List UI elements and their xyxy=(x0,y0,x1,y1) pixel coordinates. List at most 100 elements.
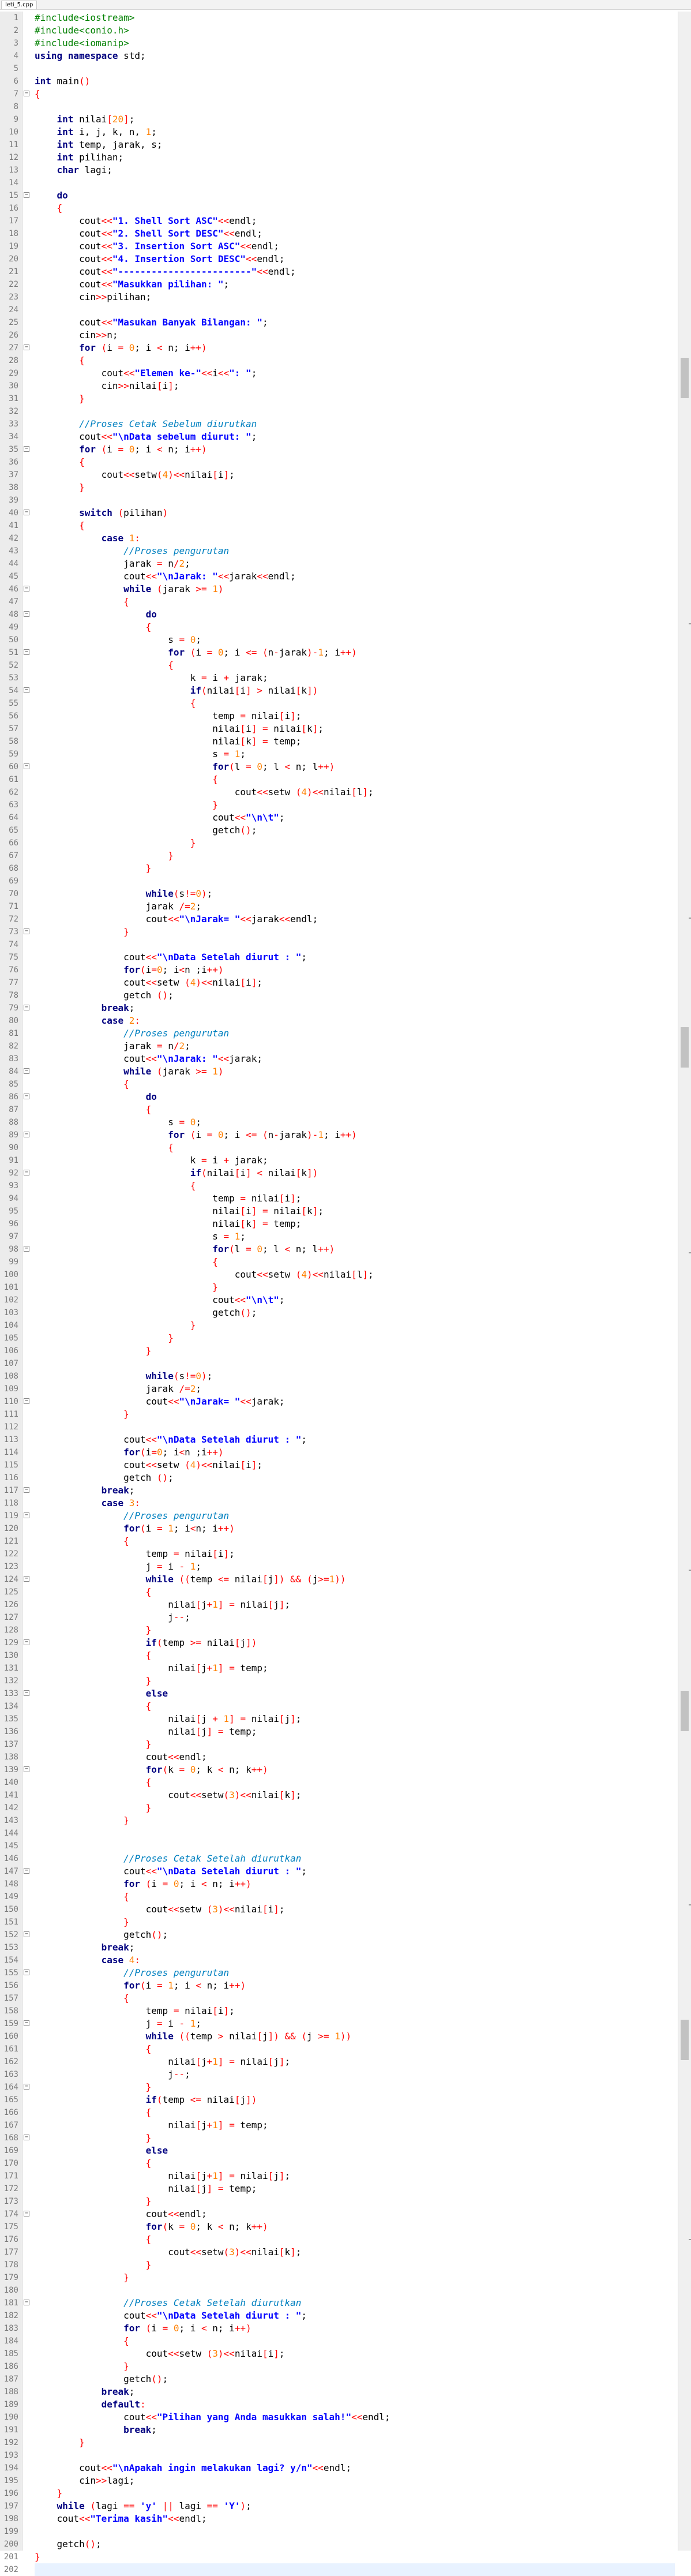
code-line[interactable]: 89− for (i = 0; i <= (n-jarak)-1; i++) xyxy=(0,1129,677,1141)
code-line[interactable]: 102 cout<<"\n\t"; xyxy=(0,1294,677,1306)
code-line[interactable]: 157 { xyxy=(0,1992,677,2005)
fold-toggle-icon[interactable]: − xyxy=(24,1005,29,1010)
code-line[interactable]: 103 getch(); xyxy=(0,1306,677,1319)
fold-toggle-icon[interactable]: − xyxy=(24,1931,29,1937)
code-line[interactable]: 49 { xyxy=(0,621,677,634)
code-line[interactable]: 56 temp = nilai[i]; xyxy=(0,710,677,722)
code-line[interactable]: 123 j = i - 1; xyxy=(0,1560,677,1573)
code-line[interactable]: 155− //Proses pengurutan xyxy=(0,1967,677,1979)
code-line[interactable]: 145 xyxy=(0,1840,677,1852)
code-line[interactable]: 173 } xyxy=(0,2195,677,2208)
code-line[interactable]: 153 break; xyxy=(0,1941,677,1954)
code-line[interactable]: 63 } xyxy=(0,799,677,811)
code-line[interactable]: 156 for(i = 1; i < n; i++) xyxy=(0,1979,677,1992)
code-line[interactable]: 194 cout<<"\nApakah ingin melakukan lagi… xyxy=(0,2462,677,2474)
code-line[interactable]: 177 cout<<setw(3)<<nilai[k]; xyxy=(0,2246,677,2259)
code-line[interactable]: 134 { xyxy=(0,1700,677,1713)
scrollbar-thumb[interactable] xyxy=(681,2020,689,2060)
code-line[interactable]: 65 getch(); xyxy=(0,824,677,837)
code-line[interactable]: 113 cout<<"\nData Setelah diurut : "; xyxy=(0,1433,677,1446)
code-line[interactable]: 6 int main() xyxy=(0,75,677,88)
code-line[interactable]: 132 } xyxy=(0,1675,677,1687)
code-line[interactable]: 126 nilai[j+1] = nilai[j]; xyxy=(0,1598,677,1611)
code-line[interactable]: 85 { xyxy=(0,1078,677,1091)
fold-toggle-icon[interactable]: − xyxy=(24,1868,29,1874)
code-line[interactable]: 70 while(s!=0); xyxy=(0,888,677,900)
code-line[interactable]: 72 cout<<"\nJarak= "<<jarak<<endl; xyxy=(0,913,677,926)
code-line[interactable]: 83 cout<<"\nJarak: "<<jarak; xyxy=(0,1053,677,1065)
code-line[interactable]: 106 } xyxy=(0,1345,677,1357)
code-line[interactable]: 68 } xyxy=(0,862,677,875)
code-line[interactable]: 158 temp = nilai[i]; xyxy=(0,2005,677,2017)
code-line[interactable]: 73− } xyxy=(0,926,677,938)
fold-toggle-icon[interactable]: − xyxy=(24,1576,29,1582)
code-line[interactable]: 139− for(k = 0; k < n; k++) xyxy=(0,1763,677,1776)
code-line[interactable]: 136 nilai[j] = temp; xyxy=(0,1725,677,1738)
code-line[interactable]: 84− while (jarak >= 1) xyxy=(0,1065,677,1078)
fold-toggle-icon[interactable]: − xyxy=(24,1132,29,1137)
code-line[interactable]: 181− //Proses Cetak Setelah diurutkan xyxy=(0,2297,677,2309)
fold-toggle-icon[interactable]: − xyxy=(24,510,29,515)
code-line[interactable]: 111 } xyxy=(0,1408,677,1421)
code-line[interactable]: 10 int i, j, k, n, 1; xyxy=(0,126,677,138)
code-line[interactable]: 125 { xyxy=(0,1586,677,1598)
code-line[interactable]: 67 } xyxy=(0,849,677,862)
code-line[interactable]: 150 cout<<setw (3)<<nilai[i]; xyxy=(0,1903,677,1916)
code-line[interactable]: 48− do xyxy=(0,608,677,621)
code-line[interactable]: 105 } xyxy=(0,1332,677,1345)
code-line[interactable]: 28 { xyxy=(0,354,677,367)
code-line[interactable]: 137 } xyxy=(0,1738,677,1751)
code-line[interactable]: 59 s = 1; xyxy=(0,748,677,761)
code-line[interactable]: 44 jarak = n/2; xyxy=(0,557,677,570)
code-line[interactable]: 133− else xyxy=(0,1687,677,1700)
file-tab[interactable]: leti_5.cpp xyxy=(1,1,37,9)
fold-toggle-icon[interactable]: − xyxy=(24,1398,29,1404)
code-line[interactable]: 144 xyxy=(0,1827,677,1840)
code-line[interactable]: 16 { xyxy=(0,202,677,215)
code-line[interactable]: 45 cout<<"\nJarak: "<<jarak<<endl; xyxy=(0,570,677,583)
code-line[interactable]: 99 { xyxy=(0,1256,677,1268)
code-line[interactable]: 164− } xyxy=(0,2081,677,2094)
code-line[interactable]: 159− j = i - 1; xyxy=(0,2017,677,2030)
code-line[interactable]: 66 } xyxy=(0,837,677,849)
code-line[interactable]: 25 cout<<"Masukan Banyak Bilangan: "; xyxy=(0,316,677,329)
code-line[interactable]: 147− cout<<"\nData Setelah diurut : "; xyxy=(0,1865,677,1878)
code-line[interactable]: 122 temp = nilai[i]; xyxy=(0,1548,677,1560)
code-line[interactable]: 81 //Proses pengurutan xyxy=(0,1027,677,1040)
code-line[interactable]: 195 cin>>lagi; xyxy=(0,2474,677,2487)
code-line[interactable]: 77 cout<<setw (4)<<nilai[i]; xyxy=(0,976,677,989)
code-line[interactable]: 108 while(s!=0); xyxy=(0,1370,677,1383)
code-line[interactable]: 97 s = 1; xyxy=(0,1230,677,1243)
code-line[interactable]: 117− break; xyxy=(0,1484,677,1497)
code-line[interactable]: 163 j--; xyxy=(0,2068,677,2081)
code-line[interactable]: 55 { xyxy=(0,697,677,710)
code-line[interactable]: 182 cout<<"\nData Setelah diurut : "; xyxy=(0,2309,677,2322)
code-line[interactable]: 162 nilai[j+1] = nilai[j]; xyxy=(0,2055,677,2068)
code-line[interactable]: 64 cout<<"\n\t"; xyxy=(0,811,677,824)
fold-toggle-icon[interactable]: − xyxy=(24,586,29,591)
code-line[interactable]: 190 cout<<"Pilihan yang Anda masukkan sa… xyxy=(0,2411,677,2424)
code-line[interactable]: 130 { xyxy=(0,1649,677,1662)
code-line[interactable]: 60− for(l = 0; l < n; l++) xyxy=(0,761,677,773)
code-line[interactable]: 116 getch (); xyxy=(0,1472,677,1484)
code-line[interactable]: 61 { xyxy=(0,773,677,786)
code-line[interactable]: 14 xyxy=(0,177,677,189)
code-line[interactable]: 120 for(i = 1; i<n; i++) xyxy=(0,1522,677,1535)
code-line[interactable]: 41 { xyxy=(0,519,677,532)
code-line[interactable]: 152− getch(); xyxy=(0,1929,677,1941)
code-line[interactable]: 46− while (jarak >= 1) xyxy=(0,583,677,596)
code-line[interactable]: 92− if(nilai[i] < nilai[k]) xyxy=(0,1167,677,1180)
scrollbar-thumb[interactable] xyxy=(681,1027,689,1068)
code-line[interactable]: 138 cout<<endl; xyxy=(0,1751,677,1763)
fold-toggle-icon[interactable]: − xyxy=(24,2300,29,2305)
code-line[interactable]: 34 cout<<"\nData sebelum diurut: "; xyxy=(0,430,677,443)
code-line[interactable]: 193 xyxy=(0,2449,677,2462)
code-line[interactable]: 166 { xyxy=(0,2106,677,2119)
code-line[interactable]: 57 nilai[i] = nilai[k]; xyxy=(0,722,677,735)
code-line[interactable]: 185 cout<<setw (3)<<nilai[i]; xyxy=(0,2347,677,2360)
code-line[interactable]: 1 #include<iostream> xyxy=(0,12,677,24)
fold-toggle-icon[interactable]: − xyxy=(24,91,29,96)
code-line[interactable]: 174− cout<<endl; xyxy=(0,2208,677,2221)
code-line[interactable]: 107 xyxy=(0,1357,677,1370)
code-line[interactable]: 96 nilai[k] = temp; xyxy=(0,1218,677,1230)
